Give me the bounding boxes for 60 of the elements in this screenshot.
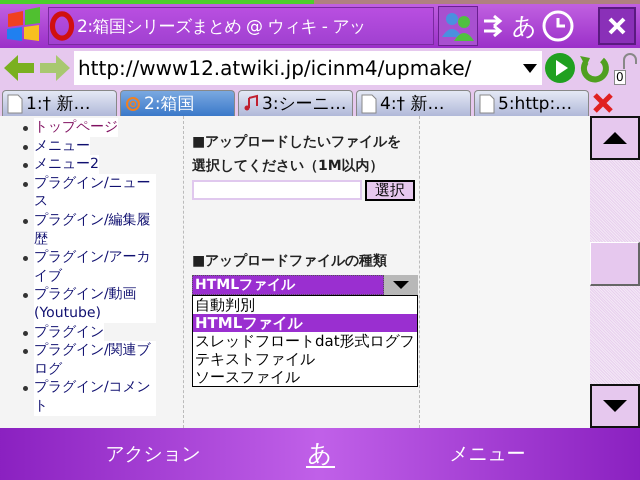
dropdown-button[interactable] <box>384 275 418 295</box>
bullet-icon <box>23 218 28 224</box>
menu-link[interactable]: メニュー2 <box>34 155 99 174</box>
bullet-icon <box>23 293 28 298</box>
bullet-icon <box>23 330 28 336</box>
dropdown-option[interactable]: ソースファイル <box>193 368 417 386</box>
dropdown-arrow-icon <box>392 280 410 290</box>
keyboard-toggle[interactable]: あ <box>306 440 334 468</box>
scroll-down-button[interactable] <box>590 384 640 428</box>
letter-o-logo-icon <box>49 10 75 42</box>
clock-icon[interactable] <box>541 9 575 43</box>
menu-link[interactable]: プラグイン/関連ブログ <box>34 341 156 378</box>
dropdown-option[interactable]: スレッドフロートdat形式ログフ <box>193 332 417 350</box>
bullet-icon <box>23 256 28 262</box>
menu-link[interactable]: プラグイン <box>34 322 104 342</box>
form-heading: ■アップロードファイルの種類 <box>192 252 388 271</box>
page-icon <box>361 94 377 114</box>
dropdown-option[interactable]: テキストファイル <box>193 350 417 368</box>
menu-softkey[interactable]: メニュー <box>334 441 640 467</box>
menu-link[interactable]: プラグイン/動画(Youtube) <box>34 285 156 323</box>
file-path-field[interactable] <box>192 180 362 200</box>
browser-tab[interactable]: 4:† 新… <box>356 90 471 116</box>
browser-tab[interactable]: 1:† 新… <box>2 90 117 116</box>
file-type-dropdown[interactable]: HTMLファイル <box>192 275 384 295</box>
input-mode-indicator[interactable]: あ <box>512 10 537 42</box>
browser-tab[interactable]: 3:シーニ… <box>238 90 353 116</box>
bullet-icon <box>23 163 28 168</box>
page-icon <box>7 94 23 114</box>
close-icon[interactable] <box>592 92 614 114</box>
menu-link[interactable]: プラグイン/ニュース <box>34 174 156 211</box>
scroll-up-button[interactable] <box>590 116 640 160</box>
down-arrow-icon <box>602 399 628 413</box>
x-icon <box>607 16 627 36</box>
dropdown-arrow-icon[interactable] <box>522 62 538 74</box>
address-field[interactable]: http://www12.atwiki.jp/icinm4/upmake/ <box>74 51 542 85</box>
dropdown-option[interactable]: HTMLファイル <box>193 314 417 332</box>
page-icon <box>479 94 495 114</box>
bullet-icon <box>23 126 28 131</box>
browser-tab[interactable]: 5:http:… <box>474 90 589 116</box>
menu-link[interactable]: プラグイン/編集履歴 <box>34 210 156 248</box>
menu-link[interactable]: メニュー <box>34 136 90 156</box>
bullet-icon <box>23 182 28 187</box>
dropdown-option[interactable]: 自動判別 <box>193 296 417 314</box>
window-title: 2:箱国シリーズまとめ @ ウィキ - アッ <box>77 16 366 38</box>
bullet-icon <box>23 386 28 392</box>
choose-file-button[interactable]: 選択 <box>365 180 415 201</box>
form-heading: ■アップロードしたいファイルを選択してください（1M以内） <box>192 133 402 176</box>
menu-link[interactable]: プラグイン/アーカイブ <box>34 248 156 286</box>
menu-link[interactable]: プラグイン/コメント <box>34 378 156 416</box>
music-note-icon <box>243 94 259 114</box>
action-softkey[interactable]: アクション <box>0 441 306 467</box>
scrollbar-thumb[interactable] <box>590 242 640 286</box>
play-icon[interactable] <box>544 52 576 84</box>
bullet-icon <box>23 349 28 354</box>
people-icon[interactable] <box>438 6 478 46</box>
bullet-icon <box>23 144 28 150</box>
menu-link[interactable]: トップページ <box>34 118 118 137</box>
lock-count: 0 <box>614 70 626 85</box>
up-arrow-icon <box>602 131 628 145</box>
close-button[interactable] <box>598 7 636 45</box>
